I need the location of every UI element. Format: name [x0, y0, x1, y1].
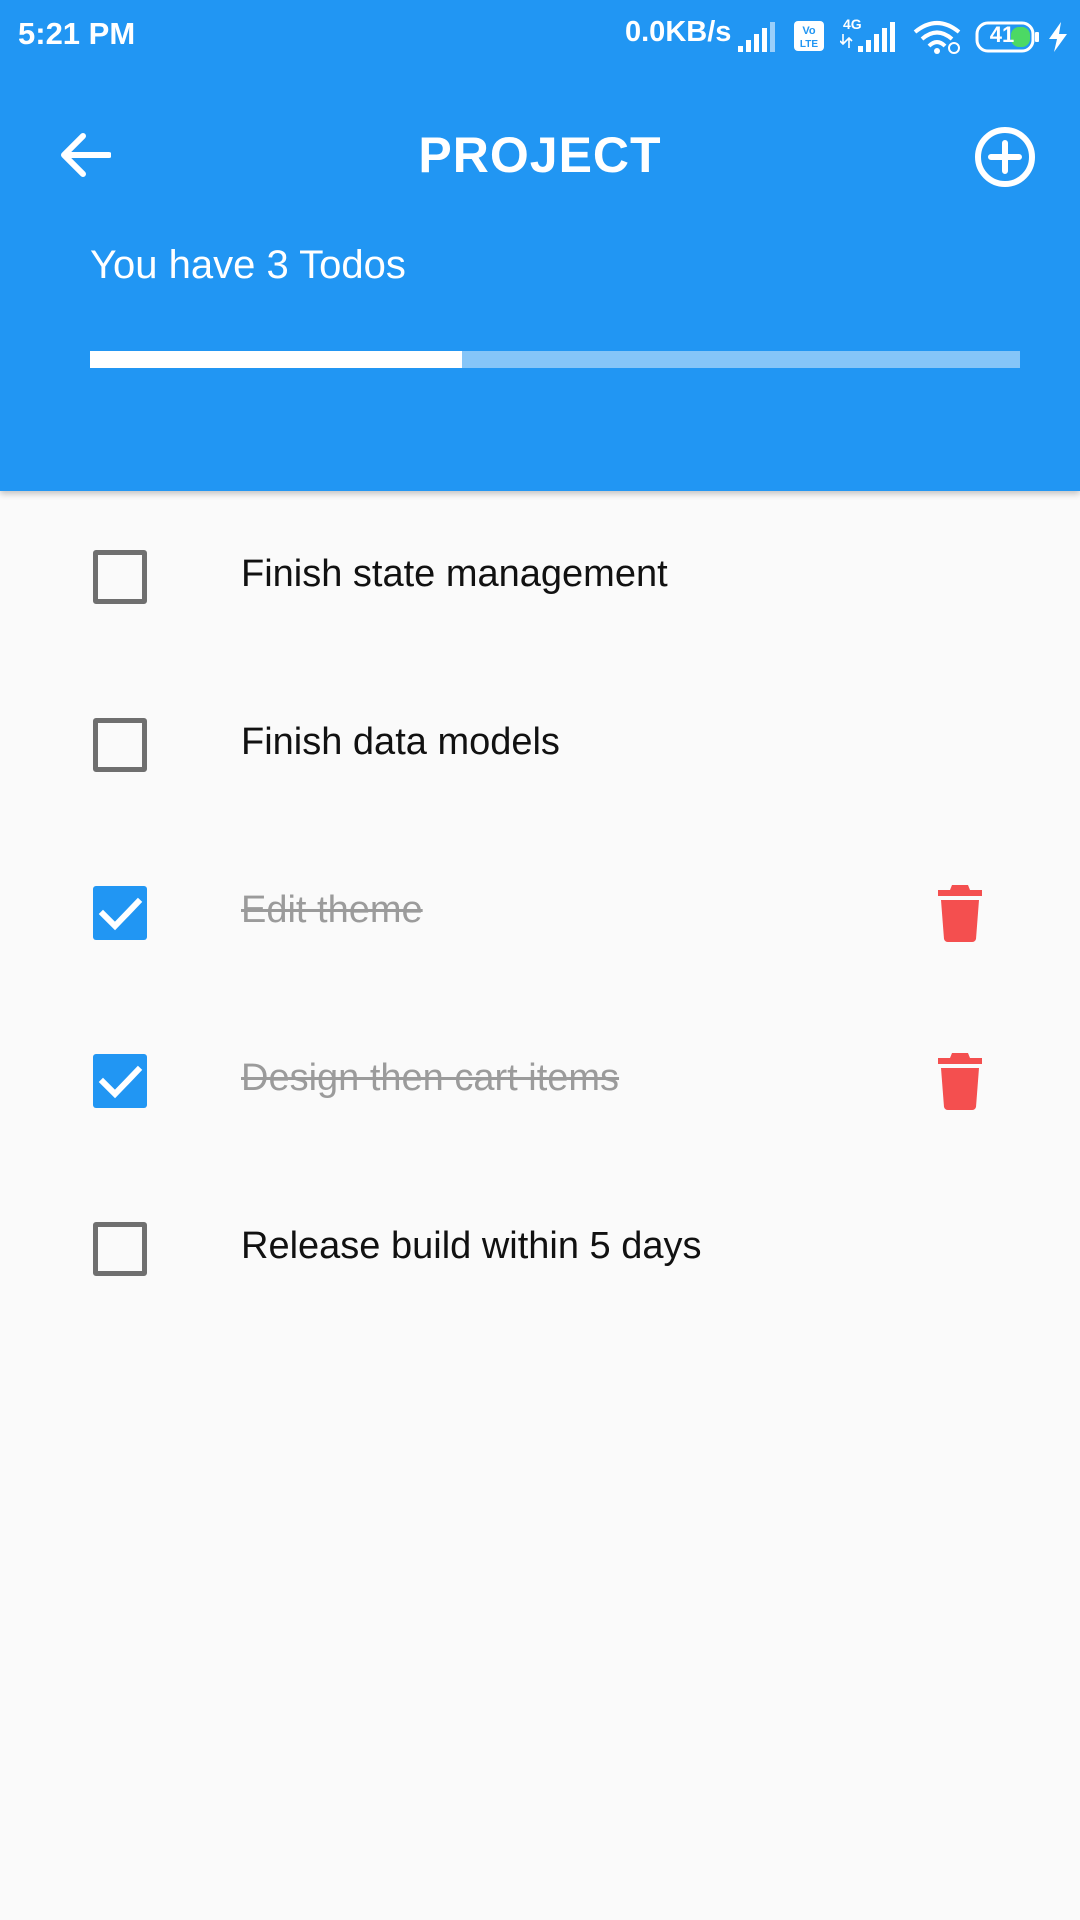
- page-title: PROJECT: [418, 127, 662, 183]
- checkbox-checked[interactable]: [93, 886, 147, 940]
- todo-text: Finish state management: [241, 553, 668, 595]
- todo-item[interactable]: Design then cart items: [0, 995, 1080, 1163]
- signal-strength-icon: [738, 22, 775, 52]
- todo-count-text: You have 3 Todos: [90, 243, 406, 287]
- battery-level: 41: [989, 22, 1015, 47]
- todo-text: Design then cart items: [241, 1057, 620, 1099]
- checkbox-unchecked[interactable]: [93, 718, 147, 772]
- delete-button[interactable]: [934, 1051, 986, 1111]
- status-time: 5:21 PM: [18, 16, 136, 51]
- charging-bolt-icon: [1049, 22, 1067, 52]
- network-speed: 0.0KB/s: [625, 16, 732, 48]
- delete-button[interactable]: [934, 883, 986, 943]
- check-icon: [98, 897, 143, 931]
- progress-bar: [90, 351, 1020, 368]
- todo-item[interactable]: Finish data models: [0, 659, 1080, 827]
- volte-lte-icon: Vo LTE: [794, 21, 824, 51]
- app-header: 5:21 PM 0.0KB/s Vo LTE 4G 41 PROJECT You…: [0, 0, 1080, 491]
- todo-item[interactable]: Release build within 5 days: [0, 1163, 1080, 1331]
- check-icon: [98, 1065, 143, 1099]
- svg-text:LTE: LTE: [800, 39, 818, 50]
- todo-text: Release build within 5 days: [241, 1225, 702, 1267]
- delete-icon: [938, 885, 982, 942]
- checkbox-unchecked[interactable]: [93, 1222, 147, 1276]
- todo-item[interactable]: Edit theme: [0, 827, 1080, 995]
- add-todo-button[interactable]: [972, 124, 1038, 190]
- svg-text:Vo: Vo: [802, 25, 816, 37]
- status-bar: 5:21 PM 0.0KB/s Vo LTE 4G 41: [0, 0, 1080, 72]
- todo-list: Finish state management Finish data model…: [0, 491, 1080, 1331]
- checkbox-unchecked[interactable]: [93, 550, 147, 604]
- signal-strength-4g-icon: [840, 22, 895, 52]
- add-circle-icon: [975, 127, 1035, 187]
- todo-item[interactable]: Finish state management: [0, 491, 1080, 659]
- todo-text: Finish data models: [241, 721, 560, 763]
- delete-icon: [938, 1053, 982, 1110]
- wifi-icon: [913, 21, 961, 54]
- progress-bar-fill: [90, 351, 462, 368]
- checkbox-checked[interactable]: [93, 1054, 147, 1108]
- todo-text: Edit theme: [241, 889, 423, 931]
